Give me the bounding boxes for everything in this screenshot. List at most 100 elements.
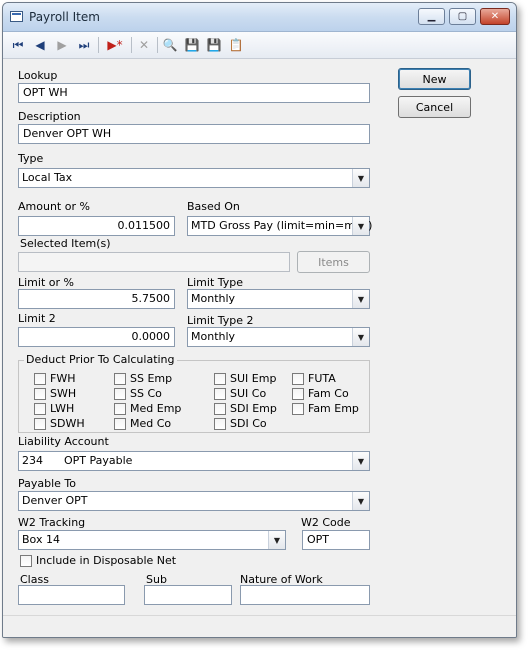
minimize-icon: ▁ bbox=[427, 11, 436, 22]
nature-of-work-input[interactable] bbox=[240, 585, 370, 605]
close-button[interactable]: ✕ bbox=[480, 8, 510, 25]
sdi-emp-checkbox[interactable] bbox=[214, 403, 226, 415]
save-icon[interactable]: 💾 bbox=[183, 36, 201, 54]
ss-co-label: SS Co bbox=[130, 387, 162, 400]
chevron-down-icon[interactable]: ▼ bbox=[352, 169, 369, 187]
limit2-input[interactable]: 0.0000 bbox=[18, 327, 175, 347]
sub-input[interactable] bbox=[144, 585, 232, 605]
fwh-checkbox[interactable] bbox=[34, 373, 46, 385]
include-disposable-label: Include in Disposable Net bbox=[36, 554, 177, 567]
chevron-down-icon[interactable]: ▼ bbox=[352, 492, 369, 510]
title-bar[interactable]: Payroll Item ▁ ▢ ✕ bbox=[3, 3, 516, 32]
fam-co-checkbox[interactable] bbox=[292, 388, 304, 400]
limit-label: Limit or % bbox=[18, 276, 74, 289]
med-emp-label: Med Emp bbox=[130, 402, 182, 415]
window-app-icon bbox=[10, 11, 23, 22]
sdi-co-checkbox[interactable] bbox=[214, 418, 226, 430]
next-record-icon[interactable]: ▶ bbox=[53, 36, 71, 54]
selected-items-field bbox=[18, 252, 290, 272]
previous-record-icon[interactable]: ◀ bbox=[31, 36, 49, 54]
properties-icon[interactable]: 📋 bbox=[227, 36, 245, 54]
chevron-down-icon[interactable]: ▼ bbox=[352, 452, 369, 470]
limit2-label: Limit 2 bbox=[18, 312, 56, 325]
med-co-checkbox[interactable] bbox=[114, 418, 126, 430]
chevron-down-icon[interactable]: ▼ bbox=[268, 531, 285, 549]
lwh-label: LWH bbox=[50, 402, 75, 415]
last-record-icon[interactable]: ⏭ bbox=[75, 36, 93, 54]
new-record-icon[interactable]: ▶* bbox=[103, 36, 127, 54]
amount-label: Amount or % bbox=[18, 200, 90, 213]
ss-emp-checkbox[interactable] bbox=[114, 373, 126, 385]
sui-emp-checkbox[interactable] bbox=[214, 373, 226, 385]
toolbar: ⏮ ◀ ▶ ⏭ ▶* ✕ 🔍 💾 💾 📋 bbox=[3, 32, 516, 59]
payroll-item-window: Payroll Item ▁ ▢ ✕ ⏮ ◀ ▶ ⏭ ▶* ✕ 🔍 💾 💾 📋 … bbox=[2, 2, 517, 638]
maximize-button[interactable]: ▢ bbox=[449, 8, 476, 25]
limit-type-value: Monthly bbox=[191, 292, 236, 305]
sui-emp-label: SUI Emp bbox=[230, 372, 277, 385]
payable-to-select[interactable]: Denver OPT ▼ bbox=[18, 491, 370, 511]
status-bar bbox=[3, 615, 516, 637]
futa-label: FUTA bbox=[308, 372, 336, 385]
include-disposable-checkbox[interactable] bbox=[20, 555, 32, 567]
liability-account-label: Liability Account bbox=[18, 435, 109, 448]
lwh-checkbox[interactable] bbox=[34, 403, 46, 415]
ss-co-checkbox[interactable] bbox=[114, 388, 126, 400]
deduct-group-title: Deduct Prior To Calculating bbox=[24, 353, 177, 366]
sdwh-checkbox[interactable] bbox=[34, 418, 46, 430]
class-input[interactable] bbox=[18, 585, 125, 605]
fam-co-label: Fam Co bbox=[308, 387, 349, 400]
w2-code-label: W2 Code bbox=[301, 516, 351, 529]
delete-icon[interactable]: ✕ bbox=[135, 36, 153, 54]
lookup-input[interactable]: OPT WH bbox=[18, 83, 370, 103]
med-co-label: Med Co bbox=[130, 417, 172, 430]
chevron-down-icon[interactable]: ▼ bbox=[352, 328, 369, 346]
chevron-down-icon[interactable]: ▼ bbox=[352, 290, 369, 308]
description-label: Description bbox=[18, 110, 81, 123]
chevron-down-icon[interactable]: ▼ bbox=[352, 217, 369, 235]
w2-tracking-select[interactable]: Box 14 ▼ bbox=[18, 530, 286, 550]
fwh-label: FWH bbox=[50, 372, 76, 385]
save-close-icon[interactable]: 💾 bbox=[205, 36, 223, 54]
limit-type2-select[interactable]: Monthly ▼ bbox=[187, 327, 370, 347]
first-record-icon[interactable]: ⏮ bbox=[9, 36, 27, 54]
minimize-button[interactable]: ▁ bbox=[418, 8, 445, 25]
sui-co-checkbox[interactable] bbox=[214, 388, 226, 400]
limit-type2-label: Limit Type 2 bbox=[187, 314, 254, 327]
selected-items-label: Selected Item(s) bbox=[20, 237, 111, 250]
payable-to-label: Payable To bbox=[18, 477, 77, 490]
type-value: Local Tax bbox=[22, 171, 73, 184]
items-button[interactable]: Items bbox=[297, 251, 370, 273]
amount-input[interactable]: 0.011500 bbox=[18, 216, 175, 236]
sdi-emp-label: SDI Emp bbox=[230, 402, 277, 415]
fam-emp-label: Fam Emp bbox=[308, 402, 359, 415]
med-emp-checkbox[interactable] bbox=[114, 403, 126, 415]
futa-checkbox[interactable] bbox=[292, 373, 304, 385]
toolbar-separator bbox=[98, 37, 99, 53]
liability-account-select[interactable]: 234 OPT Payable ▼ bbox=[18, 451, 370, 471]
window-title: Payroll Item bbox=[29, 10, 100, 24]
limit-input[interactable]: 5.7500 bbox=[18, 289, 175, 309]
find-icon[interactable]: 🔍 bbox=[161, 36, 179, 54]
based-on-value: MTD Gross Pay (limit=min=max) bbox=[191, 219, 373, 232]
type-label: Type bbox=[18, 152, 44, 165]
ss-emp-label: SS Emp bbox=[130, 372, 173, 385]
close-icon: ✕ bbox=[490, 11, 500, 22]
based-on-select[interactable]: MTD Gross Pay (limit=min=max) ▼ bbox=[187, 216, 373, 236]
swh-checkbox[interactable] bbox=[34, 388, 46, 400]
toolbar-separator bbox=[131, 37, 132, 53]
sdi-co-label: SDI Co bbox=[230, 417, 267, 430]
toolbar-separator bbox=[157, 37, 158, 53]
description-input[interactable]: Denver OPT WH bbox=[18, 124, 370, 144]
w2-tracking-label: W2 Tracking bbox=[18, 516, 86, 529]
w2-code-input[interactable]: OPT bbox=[302, 530, 370, 550]
w2-tracking-value: Box 14 bbox=[22, 533, 60, 546]
fam-emp-checkbox[interactable] bbox=[292, 403, 304, 415]
based-on-label: Based On bbox=[187, 200, 240, 213]
limit-type-label: Limit Type bbox=[187, 276, 244, 289]
cancel-button[interactable]: Cancel bbox=[398, 96, 471, 118]
new-button[interactable]: New bbox=[398, 68, 471, 90]
limit-type-select[interactable]: Monthly ▼ bbox=[187, 289, 370, 309]
maximize-icon: ▢ bbox=[457, 11, 468, 22]
type-select[interactable]: Local Tax ▼ bbox=[18, 168, 370, 188]
limit-type2-value: Monthly bbox=[191, 330, 236, 343]
